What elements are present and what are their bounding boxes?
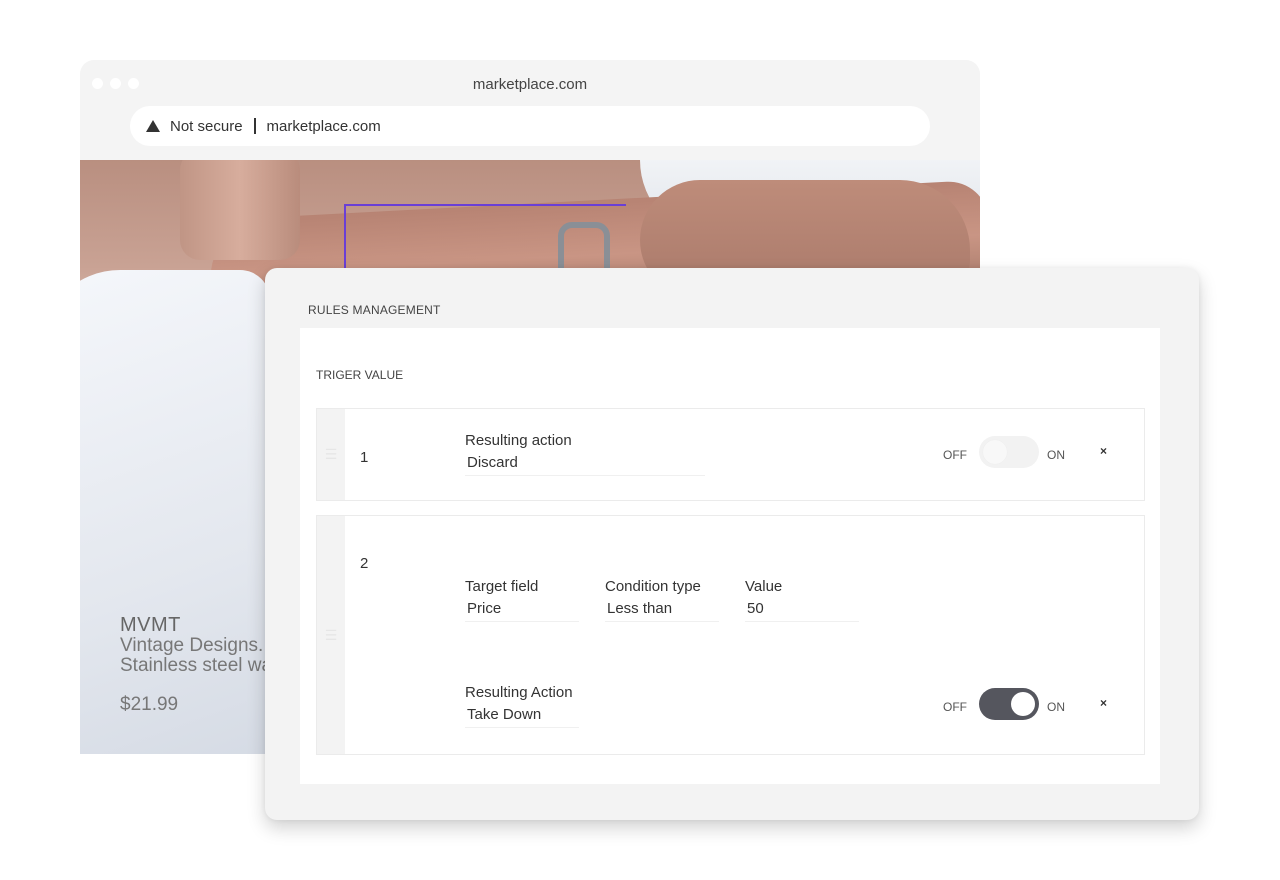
drag-handle-icon[interactable]: ☰ xyxy=(317,409,345,500)
condition-type-select[interactable]: Less than xyxy=(605,600,719,622)
condition-type-label: Condition type xyxy=(605,578,701,595)
product-price: $21.99 xyxy=(120,694,179,715)
toggle-knob xyxy=(983,440,1007,464)
rule-number: 1 xyxy=(360,449,369,466)
rules-management-panel: RULES MANAGEMENT TRIGER VALUE ☰ 1 Result… xyxy=(265,268,1199,820)
target-field-select[interactable]: Price xyxy=(465,600,579,622)
security-label[interactable]: Not secure xyxy=(170,118,243,135)
resulting-action-select[interactable]: Take Down xyxy=(465,706,579,728)
address-separator xyxy=(253,118,256,134)
sleeve-shape xyxy=(80,270,270,754)
value-label: Value xyxy=(745,578,783,595)
resulting-action-field[interactable]: Discard xyxy=(465,454,705,476)
rule-row-2: ☰ 2 Target field Price Condition type Le… xyxy=(316,515,1145,755)
resulting-action-label: Resulting action xyxy=(465,432,572,449)
rule-number: 2 xyxy=(360,555,369,572)
panel-title: RULES MANAGEMENT xyxy=(308,303,441,317)
resulting-action-label: Resulting Action xyxy=(465,684,573,701)
product-brand: MVMT xyxy=(120,614,181,636)
target-field-label: Target field xyxy=(465,578,539,595)
toggle-off-label: OFF xyxy=(943,448,967,462)
rule-enabled-toggle[interactable] xyxy=(979,436,1039,468)
rules-container: TRIGER VALUE ☰ 1 Resulting action Discar… xyxy=(300,328,1160,784)
url-text[interactable]: marketplace.com xyxy=(267,118,381,135)
toggle-on-label: ON xyxy=(1047,448,1065,462)
rule-row-1: ☰ 1 Resulting action Discard OFF ON × xyxy=(316,408,1145,501)
warning-icon xyxy=(146,120,160,132)
address-bar[interactable]: Not secure marketplace.com xyxy=(130,106,930,146)
delete-rule-close-icon[interactable]: × xyxy=(1100,696,1107,710)
window-title: marketplace.com xyxy=(472,76,588,93)
toggle-off-label: OFF xyxy=(943,700,967,714)
toggle-knob xyxy=(1011,692,1035,716)
section-title: TRIGER VALUE xyxy=(316,368,404,382)
drag-handle-icon[interactable]: ☰ xyxy=(317,516,345,754)
delete-rule-close-icon[interactable]: × xyxy=(1100,444,1107,458)
toggle-on-label: ON xyxy=(1047,700,1065,714)
rule-enabled-toggle[interactable] xyxy=(979,688,1039,720)
value-input[interactable]: 50 xyxy=(745,600,859,622)
watch-strap xyxy=(180,160,300,260)
